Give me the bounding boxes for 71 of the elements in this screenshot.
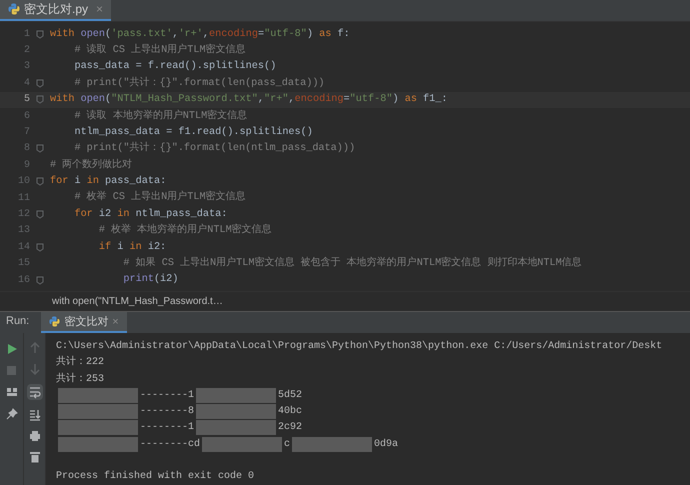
console-text: --------1: [140, 421, 194, 436]
code-comment: # 枚举 CS 上导出N用户TLM密文信息: [73, 190, 246, 206]
fold-icon[interactable]: [36, 177, 44, 186]
line-number: 5: [22, 93, 30, 108]
python-file-icon: [8, 3, 20, 15]
up-arrow-icon[interactable]: [28, 342, 40, 354]
console-text: 40bc: [278, 404, 302, 420]
fold-icon[interactable]: [36, 144, 44, 154]
line-number: 14: [16, 240, 30, 255]
line-number: 6: [22, 110, 30, 124]
console-text: c: [284, 438, 290, 452]
line-number: 8: [22, 142, 30, 156]
code-line: print(i2): [122, 272, 178, 288]
fold-icon[interactable]: [36, 78, 44, 88]
editor-tab[interactable]: 密文比对.py ×: [0, 0, 112, 21]
tab-title: 密文比对: [64, 314, 108, 330]
code-comment: # print("共计：{}".format(len(ntlm_pass_data))): [73, 141, 356, 156]
fold-icon[interactable]: [36, 30, 44, 39]
line-number: 13: [16, 224, 30, 238]
code-line: with open('pass.txt','r+',encoding="utf-8") as f:: [50, 28, 350, 42]
scroll-to-end-icon[interactable]: [28, 409, 40, 422]
code-line: pass_data = f.read().splitlines(): [73, 60, 276, 74]
line-number: 11: [16, 192, 30, 206]
stop-icon[interactable]: [6, 365, 17, 376]
console-text: Process finished with exit code 0: [56, 470, 254, 484]
soft-wrap-icon[interactable]: [26, 384, 42, 400]
line-number: 16: [16, 274, 30, 288]
console-text: 共计：253: [56, 372, 104, 387]
layout-icon[interactable]: [6, 386, 18, 398]
code-line: for i2 in ntlm_pass_data:: [73, 208, 228, 222]
line-number: 9: [22, 158, 30, 173]
pin-icon[interactable]: [6, 408, 18, 420]
console-text: --------cd: [140, 438, 200, 452]
console-text: 0d9a: [374, 438, 398, 452]
trash-icon[interactable]: [28, 451, 40, 464]
run-tab[interactable]: 密文比对 ×: [41, 312, 127, 334]
code-comment: # 读取 CS 上导出N用户TLM密文信息: [73, 42, 246, 58]
fold-icon[interactable]: [36, 276, 44, 285]
line-number: 4: [22, 76, 30, 91]
fold-icon[interactable]: [36, 95, 44, 104]
code-comment: # 读取 本地穷举的用户NTLM密文信息: [73, 108, 248, 124]
python-file-icon: [49, 316, 60, 328]
code-line: if i in i2:: [98, 240, 166, 255]
line-number: 1: [22, 28, 30, 42]
line-number: 2: [22, 44, 30, 58]
console-text: --------8: [140, 405, 194, 420]
console-text: 共计：222: [56, 355, 104, 370]
run-icon[interactable]: [6, 343, 18, 356]
code-comment: # print("共计：{}".format(len(pass_data))): [73, 76, 325, 91]
console-text: 2c92: [278, 421, 302, 436]
fold-icon[interactable]: [36, 242, 44, 252]
code-comment: # 如果 CS 上导出N用户TLM密文信息 被包含于 本地穷举的用户NTLM密文信息 则打印本地NTLM信息: [122, 256, 582, 272]
code-comment: # 枚举 本地穷举的用户NTLM密文信息: [98, 223, 272, 238]
line-number: 3: [22, 60, 30, 74]
run-label: Run:: [6, 314, 30, 329]
line-number: 7: [22, 126, 30, 140]
code-line: for i in pass_data:: [50, 174, 166, 190]
code-line: with open("NTLM_Hash_Password.txt","r+",encoding="utf-8") as f1_:: [50, 92, 448, 108]
line-number: 15: [16, 257, 30, 272]
line-number: 12: [16, 208, 30, 222]
console-text: C:\Users\Administrator\AppData\Local\Programs\Python\Python38\python.exe C:/Users/Administrator/Deskt: [56, 340, 662, 354]
line-number: 10: [16, 175, 30, 190]
breadcrumb[interactable]: with open("NTLM_Hash_Password.t…: [52, 294, 223, 310]
down-arrow-icon[interactable]: [28, 363, 40, 376]
print-icon[interactable]: [28, 430, 40, 442]
code-line: ntlm_pass_data = f1.read().splitlines(): [73, 126, 313, 140]
tab-title: 密文比对.py: [24, 1, 88, 18]
console-text: --------1: [140, 388, 194, 403]
console-text: 5d52: [278, 388, 302, 403]
code-comment: # 两个数列做比对: [50, 158, 132, 173]
fold-icon[interactable]: [36, 210, 44, 219]
